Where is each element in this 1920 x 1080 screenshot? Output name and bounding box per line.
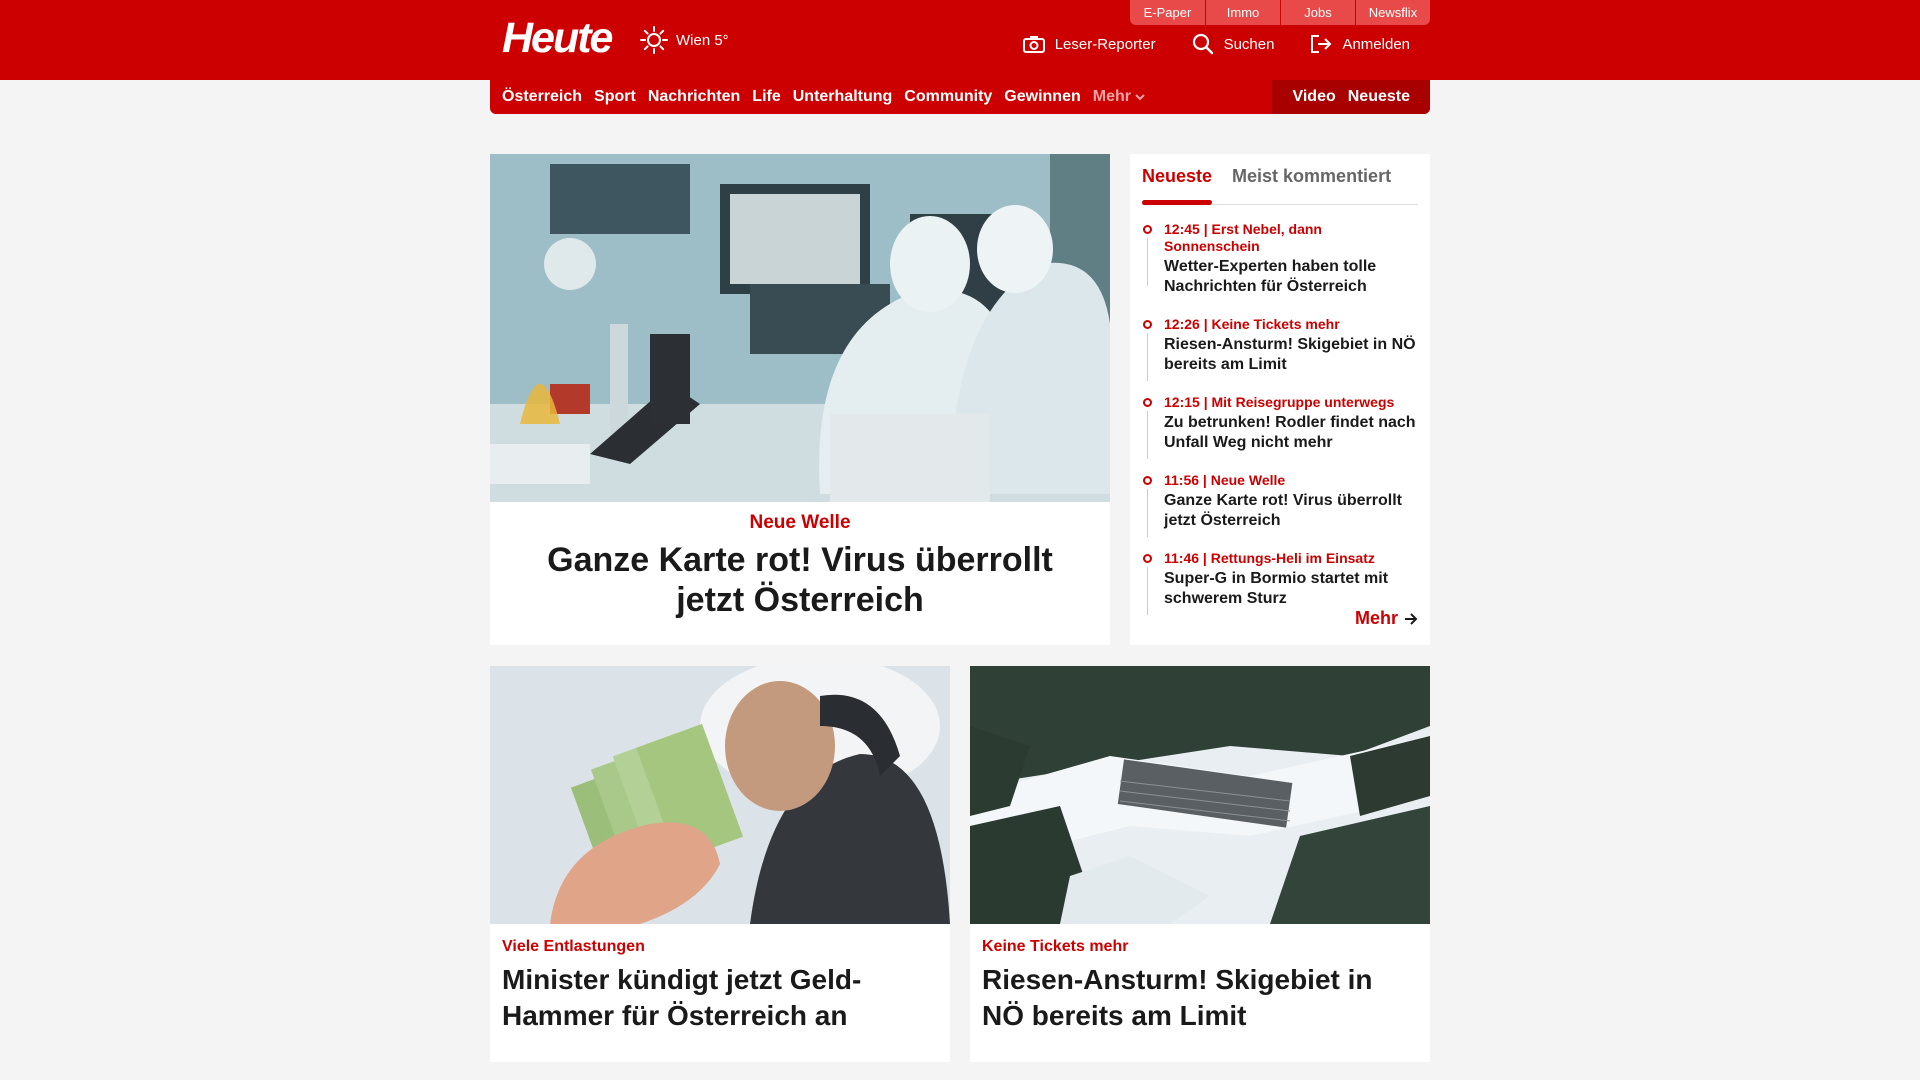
search-icon [1192,33,1213,55]
login-icon [1311,35,1332,53]
ticker-item-headline: Zu betrunken! Rodler findet nach Unfall … [1164,414,1416,451]
article-card-image[interactable] [490,666,950,924]
article-card[interactable]: Viele Entlastungen Minister kündigt jetz… [490,666,950,1062]
tab-neueste[interactable]: Neueste [1142,162,1213,205]
lead-story-kicker: Neue Welle [749,512,851,533]
ticker-item-meta: 11:46 | Rettungs-Heli im Einsatz [1164,550,1375,566]
login-label: Anmelden [1342,35,1410,53]
utility-links: E-Paper Immo Jobs Newsflix [1130,0,1430,25]
ticker-list: 12:45 | Erst Nebel, dann Sonnenschein We… [1142,221,1418,615]
nav-item-unterhaltung[interactable]: Unterhaltung [793,88,893,106]
nav-item-community[interactable]: Community [904,88,992,106]
ticker-item[interactable]: 11:56 | Neue Welle Ganze Karte rot! Viru… [1142,472,1418,537]
ticker-item-headline: Wetter-Experten haben tolle Nachrichten … [1164,258,1377,295]
article-card-kicker: Viele Entlastungen [502,938,645,955]
ticker-item[interactable]: 12:15 | Mit Reisegruppe unterwegs Zu bet… [1142,394,1418,459]
camera-icon [1022,36,1045,53]
weather-widget[interactable]: Wien 5° [640,26,729,54]
nav-item-life[interactable]: Life [752,88,780,106]
leser-reporter-label: Leser-Reporter [1054,35,1156,53]
article-card-title[interactable]: Riesen-Ansturm! Skigebiet in NÖ bereits … [982,962,1418,1034]
lab-scene-illustration [490,154,1110,502]
header-actions: Leser-Reporter Suchen Anmelden [987,33,1410,55]
utility-link-newsflix[interactable]: Newsflix [1355,0,1430,25]
ticker-item[interactable]: 11:46 | Rettungs-Heli im Einsatz Super-G… [1142,550,1418,615]
sun-icon [640,26,668,54]
nav-more-dropdown[interactable]: Mehr [1093,88,1145,106]
nav-item-oesterreich[interactable]: Österreich [502,88,582,106]
weather-label: Wien 5° [676,31,729,49]
nav-item-neueste[interactable]: Neueste [1348,88,1410,106]
search-button[interactable]: Suchen [1192,33,1275,55]
nav-item-gewinnen[interactable]: Gewinnen [1004,88,1080,106]
ticker-item-meta: 11:56 | Neue Welle [1164,472,1286,488]
article-card-title[interactable]: Minister kündigt jetzt Geld-Hammer für Ö… [502,962,938,1034]
utility-link-immo[interactable]: Immo [1205,0,1280,25]
utility-link-epaper[interactable]: E-Paper [1130,0,1205,25]
ticker-item[interactable]: 12:26 | Keine Tickets mehr Riesen-Anstur… [1142,316,1418,381]
ticker-tabs: Neueste Meist kommentiert [1142,162,1418,205]
ticker-item-headline: Ganze Karte rot! Virus überrollt jetzt Ö… [1164,492,1402,529]
lead-story[interactable]: Neue Welle Ganze Karte rot! Virus überro… [490,154,1110,645]
nav-right-group: Video Neueste [1272,80,1430,114]
search-label: Suchen [1223,35,1275,53]
nav-more-label: Mehr [1092,88,1131,105]
article-card-kicker: Keine Tickets mehr [982,938,1129,955]
money-scene-illustration [490,666,950,924]
ticker-item-meta: 12:15 | Mit Reisegruppe unterwegs [1164,394,1395,410]
ticker-more-label: Mehr [1354,608,1398,628]
login-button[interactable]: Anmelden [1310,34,1410,54]
tab-meist-kommentiert[interactable]: Meist kommentiert [1232,162,1391,204]
lead-story-title[interactable]: Ganze Karte rot! Virus überrollt jetzt Ö… [490,540,1110,620]
leser-reporter-button[interactable]: Leser-Reporter [1022,35,1156,53]
main-navigation: Österreich Sport Nachrichten Life Unterh… [490,80,1430,114]
arrow-right-icon [1405,612,1418,625]
ski-resort-illustration [970,666,1430,924]
ticker-item-meta: 12:45 | Erst Nebel, dann Sonnenschein [1164,221,1322,254]
ticker-item[interactable]: 12:45 | Erst Nebel, dann Sonnenschein We… [1142,221,1418,297]
ticker-item-headline: Super-G in Bormio startet mit schwerem S… [1164,570,1389,607]
site-header: E-Paper Immo Jobs Newsflix Heute Wien 5° [0,0,1920,80]
ticker-more-link[interactable]: Mehr [1355,608,1418,629]
article-card[interactable]: Keine Tickets mehr Riesen-Ansturm! Skige… [970,666,1430,1062]
article-card-image[interactable] [970,666,1430,924]
site-logo[interactable]: Heute [502,14,613,63]
ticker-item-headline: Riesen-Ansturm! Skigebiet in NÖ bereits … [1164,336,1416,373]
nav-item-sport[interactable]: Sport [594,88,636,106]
utility-link-jobs[interactable]: Jobs [1280,0,1355,25]
ticker-item-meta: 12:26 | Keine Tickets mehr [1164,316,1340,332]
nav-item-video[interactable]: Video [1292,88,1335,106]
lead-story-image[interactable] [490,154,1110,502]
nav-item-nachrichten[interactable]: Nachrichten [648,88,740,106]
chevron-down-icon [1135,93,1145,100]
news-ticker-panel: Neueste Meist kommentiert 12:45 | Erst N… [1130,154,1430,645]
